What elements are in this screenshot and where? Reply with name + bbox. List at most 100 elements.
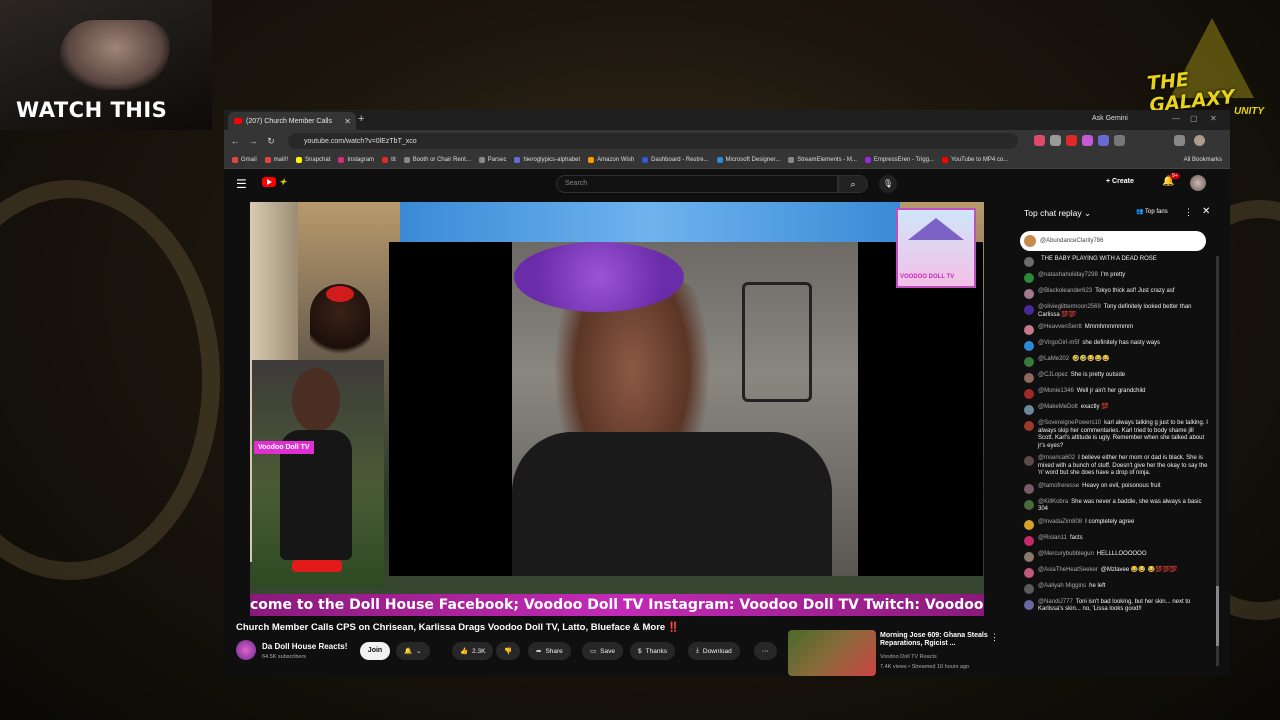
chat-message[interactable]: @NandiJ777 Toni isn't bad looking, but he… [1024,599,1210,614]
bookmark-item[interactable]: tit [382,157,396,163]
top-fans-button[interactable]: 👥 Top fans [1136,208,1168,215]
chat-avatar[interactable] [1024,421,1034,431]
chat-avatar[interactable] [1024,483,1034,494]
chat-avatar[interactable] [1024,305,1034,315]
chat-author[interactable]: @Monie1346 [1038,388,1074,394]
bookmark-item[interactable]: StreamElements - M... [788,157,857,163]
chat-message[interactable]: @HeavvenSentt Mmmhmmmmmm [1024,324,1210,335]
chat-scrollbar[interactable] [1216,256,1219,666]
chat-author[interactable]: @VirgoGirl-m5f [1038,340,1079,346]
chat-avatar[interactable] [1024,373,1034,383]
bookmark-item[interactable]: Amazon Wish [588,157,634,163]
chat-message[interactable]: @MakeMeDolt exactly 💯 [1024,404,1210,415]
chat-message[interactable]: @InvadaZim808 I completely agree [1024,519,1210,530]
recommended-more-icon[interactable]: ⋮ [990,632,999,643]
chat-avatar[interactable] [1024,389,1034,399]
chat-options-icon[interactable]: ⋮ [1184,207,1193,218]
download-button[interactable]: ⤓ Download [688,642,740,660]
create-button[interactable]: + Create [1106,178,1134,185]
chat-author[interactable]: @Aaliyah Miggins [1038,583,1086,589]
chat-author[interactable]: @mserica602 [1038,455,1075,461]
all-bookmarks-button[interactable]: All Bookmarks [1184,157,1222,163]
account-avatar[interactable] [1190,175,1206,191]
chat-avatar[interactable] [1024,325,1034,335]
chat-author[interactable]: @HeavvenSentt [1038,324,1082,330]
chat-author[interactable]: @CJLopez [1038,372,1068,378]
maximize-icon[interactable]: ▢ [1190,114,1198,123]
channel-name[interactable]: Da Doll House Reacts! [262,642,347,651]
bookmark-item[interactable]: Booth or Chair Rent... [403,157,471,163]
forward-icon[interactable]: → [246,136,260,146]
extension-icon[interactable] [1114,135,1125,146]
chat-avatar[interactable] [1024,499,1034,510]
chat-avatar[interactable] [1024,599,1034,610]
chat-mode-dropdown[interactable]: Top chat replay ⌄ [1024,208,1091,219]
chat-avatar[interactable] [1024,583,1034,594]
chat-avatar[interactable] [1024,273,1034,283]
downloads-icon[interactable] [1174,135,1185,146]
ask-gemini-button[interactable]: Ask Gemini [1092,115,1128,122]
chat-avatar[interactable] [1024,357,1034,367]
chat-author[interactable]: @NandiJ777 [1038,599,1073,605]
thanks-button[interactable]: $ Thanks [630,642,675,660]
recommended-title[interactable]: Morning Jose 609: Ghana Steals Reparatio… [880,632,990,649]
chat-message[interactable]: @natashaholiday7298 I'm pretty [1024,272,1210,283]
chat-author[interactable]: @LaMe202 [1038,356,1069,362]
chat-close-icon[interactable]: ✕ [1202,206,1210,217]
chat-author[interactable]: @Rislan11 [1038,535,1067,541]
bookmark-item[interactable]: hieroglypics-alphabet [514,157,580,163]
extension-icon[interactable] [1066,135,1077,146]
youtube-custom-logo[interactable]: ✦ [279,177,287,188]
back-icon[interactable]: ← [228,136,242,146]
bookmark-item[interactable]: mail!! [264,157,288,163]
new-tab-button[interactable]: + [358,113,364,125]
bookmark-item[interactable]: Microsoft Designer... [716,157,780,163]
pinned-chat-banner[interactable]: @AbundanceClarity786 [1020,231,1206,251]
close-tab-icon[interactable]: ✕ [344,117,351,126]
close-window-icon[interactable]: ✕ [1210,114,1217,123]
chat-avatar[interactable] [1024,257,1034,267]
dislike-button[interactable]: 👎 [496,642,521,660]
chat-message[interactable]: @Monie1346 Well jr ain't her grandchild [1024,388,1210,399]
chat-avatar[interactable] [1024,519,1034,530]
bookmark-item[interactable]: Dashboard - Restre... [642,157,709,163]
chat-message[interactable]: @tamofreresse Heavy on evil, poisonous fr… [1024,483,1210,494]
chat-avatar[interactable] [1024,405,1034,415]
chat-avatar[interactable] [1024,289,1034,299]
chat-author[interactable]: @olivieglittermoon2569 [1038,304,1101,310]
chat-message[interactable]: @mserica602 I believe either her mom or d… [1024,455,1210,478]
chat-message[interactable]: @Mercurybubblegun HELLLLOOOOOO [1024,551,1210,562]
minimize-icon[interactable]: — [1172,114,1180,123]
extension-icon[interactable] [1082,135,1093,146]
microphone-icon[interactable]: 🎙 [879,175,897,193]
chat-author[interactable]: @InvadaZim808 [1038,519,1082,525]
search-icon[interactable]: ⌕ [838,175,868,193]
chat-message[interactable]: @LaMe202 🤣🤣😂😂😂 [1024,356,1210,367]
bookmark-item[interactable]: Instagram [338,157,374,163]
profile-icon[interactable] [1194,135,1205,146]
chat-author[interactable]: @Mercurybubblegun [1038,551,1094,557]
chat-author[interactable]: @tamofreresse [1038,483,1079,489]
chat-author[interactable]: @AsiaTheHeatSeeker [1038,567,1098,573]
extension-icon[interactable] [1050,135,1061,146]
chat-message[interactable]: @VirgoGirl-m5f she definitely has nasty w… [1024,340,1210,351]
chat-author[interactable]: @SovereignePowers10 [1038,420,1101,426]
bookmark-item[interactable]: YouTube to MP4 co... [941,157,1008,163]
chat-message[interactable]: @CJLopez She is pretty outside [1024,372,1210,383]
subscribed-bell-button[interactable]: 🔔 ⌄ [396,642,430,660]
chat-avatar[interactable] [1024,341,1034,351]
recommended-thumbnail[interactable] [788,630,876,676]
chat-message[interactable]: THE BABY PLAYING WITH A DEAD ROSE [1024,256,1210,267]
chat-author[interactable]: @natashaholiday7298 [1038,272,1098,278]
chat-message[interactable]: @AsiaTheHeatSeeker @Mzlavee 😂😂 😂💯💯💯 [1024,567,1210,578]
chat-message[interactable]: @olivieglittermoon2569 Tony definitely lo… [1024,304,1210,319]
like-button[interactable]: 👍 2.3K [452,642,494,660]
channel-avatar[interactable] [236,640,256,660]
chat-avatar[interactable] [1024,567,1034,578]
chat-avatar[interactable] [1024,551,1034,562]
url-field[interactable]: youtube.com/watch?v=0lEzTbT_xco [288,133,1018,149]
share-button[interactable]: ➦ Share [528,642,571,660]
bookmark-item[interactable]: Parsec [478,157,506,163]
join-button[interactable]: Join [360,642,390,660]
chat-message[interactable]: @Blackoleander623 Tokyo thick asf! Just c… [1024,288,1210,299]
